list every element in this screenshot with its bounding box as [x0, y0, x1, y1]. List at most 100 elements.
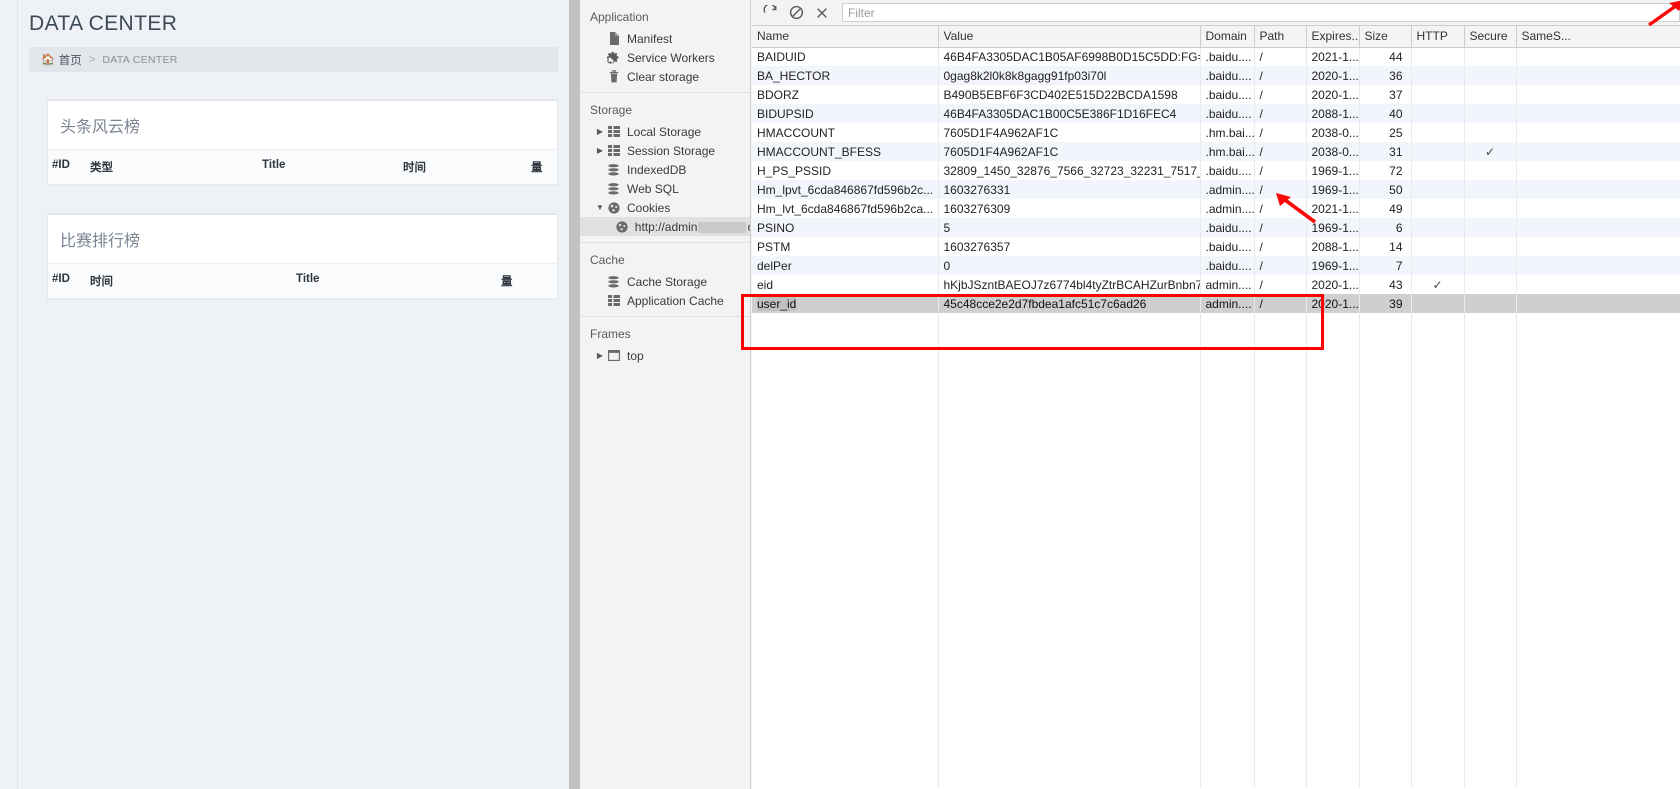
- cookie-row[interactable]: HMACCOUNT 7605D1F4A962AF1C .hm.bai.../2038…: [752, 123, 1680, 142]
- cookie-samesite-cell: [1516, 104, 1680, 123]
- origin-text: http://admin: [634, 219, 698, 234]
- cookie-empty-cell: [1516, 693, 1680, 712]
- cookie-row[interactable]: BDORZ B490B5EBF6F3CD402E515D22BCDA1598 .ba…: [752, 85, 1680, 104]
- cookie-empty-cell: [1516, 636, 1680, 655]
- cookie-empty-cell: [1306, 313, 1360, 332]
- sidebar-item-web-sql[interactable]: ▶ Web SQL: [580, 179, 750, 198]
- breadcrumb-home-link[interactable]: 🏠 首页: [41, 52, 82, 68]
- cookie-row[interactable]: Hm_lvt_6cda846867fd596b2ca... 1603276309.…: [752, 199, 1680, 218]
- cookie-empty-cell: [1200, 389, 1255, 408]
- cookie-http-cell: ✓: [1411, 275, 1465, 294]
- column-header-domain[interactable]: Domain: [1200, 26, 1255, 48]
- cookie-empty-cell: [1516, 560, 1680, 579]
- cookie-http-cell: [1411, 161, 1465, 180]
- sidebar-item-clear-storage[interactable]: Clear storage: [580, 67, 750, 86]
- cookie-empty-cell: [1359, 313, 1412, 332]
- cookie-row[interactable]: user_id 45c48cce2e2d7fbdea1afc51c7c6ad26 a…: [752, 294, 1680, 313]
- cookie-empty-cell: [1200, 655, 1255, 674]
- cookie-expires-cell: 2038-0...: [1306, 142, 1360, 161]
- cookie-value-cell: hKjbJSzntBAEOJ7z6774bl4tyZtrBCAHZurBnbn7: [938, 275, 1201, 294]
- sidebar-item-session-storage[interactable]: ▶ Session Storage: [580, 141, 750, 160]
- cookie-empty-cell: [1411, 522, 1465, 541]
- filter-input[interactable]: [842, 3, 1680, 22]
- cookie-empty-cell: [1200, 560, 1255, 579]
- cookie-name-cell: delPer: [752, 256, 939, 275]
- cookie-secure-cell: [1464, 256, 1517, 275]
- sidebar-item-cookies[interactable]: ▼ Cookies: [580, 198, 750, 217]
- cookie-row[interactable]: eid hKjbJSzntBAEOJ7z6774bl4tyZtrBCAHZurBn…: [752, 275, 1680, 294]
- cookie-row[interactable]: HMACCOUNT_BFESS 7605D1F4A962AF1C .hm.bai..…: [752, 142, 1680, 161]
- chevron-right-icon[interactable]: ▶: [595, 351, 605, 360]
- column-header-secure[interactable]: Secure: [1464, 26, 1517, 48]
- cookie-secure-cell: [1464, 294, 1517, 313]
- cookie-empty-cell: [1306, 750, 1360, 769]
- table-icon: [606, 295, 621, 306]
- cookie-secure-cell: [1464, 123, 1517, 142]
- cookie-row[interactable]: PSTM 1603276357 .baidu..../2088-1... 14: [752, 237, 1680, 256]
- cookie-http-cell: [1411, 85, 1465, 104]
- column-header-name[interactable]: Name: [752, 26, 939, 48]
- column-header-samesite[interactable]: SameS...: [1516, 26, 1680, 48]
- cookie-samesite-cell: [1516, 294, 1680, 313]
- cookie-empty-cell: [1464, 636, 1517, 655]
- column-header-path[interactable]: Path: [1254, 26, 1307, 48]
- cookie-empty-cell: [1254, 731, 1307, 750]
- column-header-http[interactable]: HTTP: [1411, 26, 1465, 48]
- delete-icon[interactable]: [810, 2, 834, 24]
- cookie-row[interactable]: PSINO 5 .baidu..../1969-1... 6: [752, 218, 1680, 237]
- cookie-row[interactable]: H_PS_PSSID 32809_1450_32876_7566_32723_32…: [752, 161, 1680, 180]
- cookie-row[interactable]: BA_HECTOR 0gag8k2l0k8k8gagg91fp03i70l .bai…: [752, 66, 1680, 85]
- cookie-empty-row: [752, 655, 1680, 674]
- chevron-right-icon[interactable]: ▶: [595, 146, 605, 155]
- cookie-empty-row: [752, 579, 1680, 598]
- sidebar-item-cache-storage[interactable]: ▶ Cache Storage: [580, 272, 750, 291]
- devtools-panel: Application Manifest Service Workers Cle…: [569, 0, 1680, 789]
- cookie-samesite-cell: [1516, 123, 1680, 142]
- cookie-empty-cell: [752, 712, 939, 731]
- chevron-down-icon[interactable]: ▼: [595, 203, 605, 212]
- cookie-empty-cell: [1359, 389, 1412, 408]
- sidebar-item-local-storage[interactable]: ▶ Local Storage: [580, 122, 750, 141]
- sidebar-item-cookie-origin[interactable]: http://admin com: [580, 217, 750, 236]
- cookie-empty-cell: [1464, 484, 1517, 503]
- cookie-name-text: user_id: [757, 296, 797, 311]
- sidebar-item-top-frame[interactable]: ▶ top: [580, 346, 750, 365]
- cookie-empty-cell: [1306, 408, 1360, 427]
- cookie-empty-cell: [1254, 769, 1307, 788]
- sidebar-item-indexeddb[interactable]: ▶ IndexedDB: [580, 160, 750, 179]
- cookie-value-cell: B490B5EBF6F3CD402E515D22BCDA1598: [938, 85, 1201, 104]
- cookies-table-header: Name Value Domain Path Expires... Size H…: [752, 26, 1680, 48]
- cookie-empty-row: [752, 541, 1680, 560]
- column-header-value[interactable]: Value: [938, 26, 1201, 48]
- cookie-row[interactable]: BAIDUID 46B4FA3305DAC1B05AF6998B0D15C5DD:…: [752, 47, 1680, 66]
- sidebar-item-manifest[interactable]: Manifest: [580, 29, 750, 48]
- cookie-row[interactable]: delPer 0 .baidu..../1969-1... 7: [752, 256, 1680, 275]
- sidebar-item-label: Clear storage: [627, 69, 700, 84]
- devtools-resize-handle[interactable]: [569, 0, 580, 789]
- cookie-empty-cell: [1359, 408, 1412, 427]
- refresh-icon[interactable]: [758, 2, 782, 24]
- cookie-expires-cell: 2020-1...: [1306, 85, 1360, 104]
- column-header-id: #ID: [52, 159, 70, 171]
- sidebar-item-label: Manifest: [627, 31, 673, 46]
- cookie-empty-cell: [1359, 446, 1412, 465]
- cookie-row[interactable]: BIDUPSID 46B4FA3305DAC1B00C5E386F1D16FEC4…: [752, 104, 1680, 123]
- clear-all-icon[interactable]: [784, 2, 808, 24]
- cookie-empty-row: [752, 484, 1680, 503]
- cookie-empty-cell: [1411, 351, 1465, 370]
- cookie-row[interactable]: Hm_lpvt_6cda846867fd596b2c... 1603276331.…: [752, 180, 1680, 199]
- cookie-empty-cell: [1200, 465, 1255, 484]
- cookie-name-cell: eid: [752, 275, 939, 294]
- sidebar-item-service-workers[interactable]: Service Workers: [580, 48, 750, 67]
- cookie-empty-cell: [1516, 484, 1680, 503]
- sidebar-item-application-cache[interactable]: ▶ Application Cache: [580, 291, 750, 310]
- cookie-domain-cell: admin....: [1200, 294, 1255, 313]
- cookie-empty-cell: [1254, 446, 1307, 465]
- cookie-path-cell: /: [1254, 142, 1307, 161]
- cookie-empty-cell: [1411, 579, 1465, 598]
- cookie-empty-cell: [1306, 560, 1360, 579]
- cookie-name-text: HMACCOUNT_BFESS: [757, 144, 882, 159]
- chevron-right-icon[interactable]: ▶: [595, 127, 605, 136]
- column-header-size[interactable]: Size: [1359, 26, 1412, 48]
- column-header-expires[interactable]: Expires...: [1306, 26, 1360, 48]
